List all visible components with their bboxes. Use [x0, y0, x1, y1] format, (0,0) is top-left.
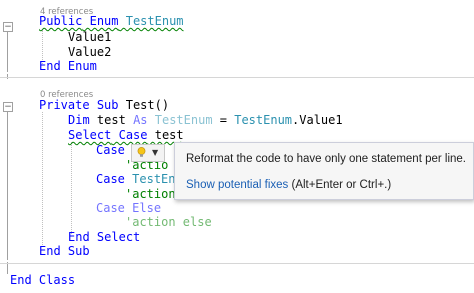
- code-line-end-class: End Class: [10, 273, 75, 288]
- keyword-end: End: [39, 59, 61, 73]
- keyword-case: Case: [96, 143, 125, 157]
- type-testenum: TestEnum: [234, 113, 293, 127]
- keyword-private: Private: [39, 98, 90, 112]
- code-line-value1: Value1: [68, 30, 112, 44]
- keyword-enum: Enum: [89, 14, 119, 28]
- code-line-dim: Dim test As TestEnum = TestEnum.Value1: [68, 113, 343, 128]
- type-testenum: TestEnum: [154, 113, 213, 127]
- code-line-end-sub: End Sub: [39, 244, 90, 259]
- show-potential-fixes-link[interactable]: Show potential fixes: [186, 179, 288, 191]
- quick-actions-button[interactable]: ▼: [131, 144, 165, 162]
- keyword-end: End: [39, 244, 61, 258]
- variable-test: test: [96, 113, 126, 127]
- keyword-end: End: [10, 273, 32, 287]
- keyword-case: Case: [96, 172, 125, 186]
- code-line-end-enum: End Enum: [39, 59, 97, 74]
- sub-name: Test(): [125, 98, 170, 112]
- code-line-enum-decl: Public Enum TestEnum: [39, 14, 184, 29]
- member-value1: .Value1: [292, 113, 343, 127]
- show-potential-fixes: Show potential fixes (Alt+Enter or Ctrl+…: [186, 179, 391, 191]
- outline-sub: [7, 112, 8, 260]
- code-line-case-else: Case Else: [96, 201, 161, 216]
- case2-value: TestEn: [132, 172, 176, 186]
- outline-enum: [7, 32, 8, 72]
- code-line-end-select: End Select: [68, 230, 140, 245]
- separator-1: [0, 77, 474, 78]
- collapse-sub-icon[interactable]: −: [3, 102, 13, 112]
- keyword-end: End: [68, 230, 90, 244]
- keyword-select: Select: [68, 128, 112, 142]
- keyword-sub: Sub: [96, 98, 119, 112]
- variable-test: test: [154, 128, 184, 142]
- keyword-dim: Dim: [68, 113, 90, 127]
- keyword-case: Case: [118, 128, 148, 142]
- keyword-enum: Enum: [67, 59, 97, 73]
- keyword-else: Else: [132, 201, 162, 215]
- keyword-as: As: [133, 113, 148, 127]
- editor-gutter: − −: [0, 0, 30, 293]
- code-line-value2: Value2: [68, 45, 112, 59]
- code-line-comment3: 'action else: [125, 215, 212, 229]
- keyword-select: Select: [96, 230, 141, 244]
- lightbulb-icon: [137, 147, 146, 157]
- indent-guide: [71, 142, 72, 234]
- code-line-sub-decl: Private Sub Test(): [39, 98, 169, 113]
- keyword-sub: Sub: [67, 244, 90, 258]
- separator-2: [0, 263, 474, 264]
- quick-action-tooltip: Reformat the code to have only one state…: [174, 142, 474, 200]
- keyword-class: Class: [38, 273, 76, 287]
- code-line-comment2: 'action: [125, 187, 176, 201]
- code-line-select: Select Case test: [68, 128, 184, 143]
- indent-guide: [42, 112, 43, 247]
- code-line-case2: Case TestEn: [96, 172, 176, 187]
- show-potential-fixes-shortcut: (Alt+Enter or Ctrl+.): [288, 179, 392, 191]
- collapse-enum-icon[interactable]: −: [3, 22, 13, 32]
- keyword-case: Case: [96, 201, 125, 215]
- chevron-down-icon: ▼: [152, 148, 159, 157]
- operator-equals: =: [212, 113, 235, 127]
- keyword-public: Public: [39, 14, 83, 28]
- tooltip-message: Reformat the code to have only one state…: [186, 153, 466, 165]
- enum-name: TestEnum: [125, 14, 184, 28]
